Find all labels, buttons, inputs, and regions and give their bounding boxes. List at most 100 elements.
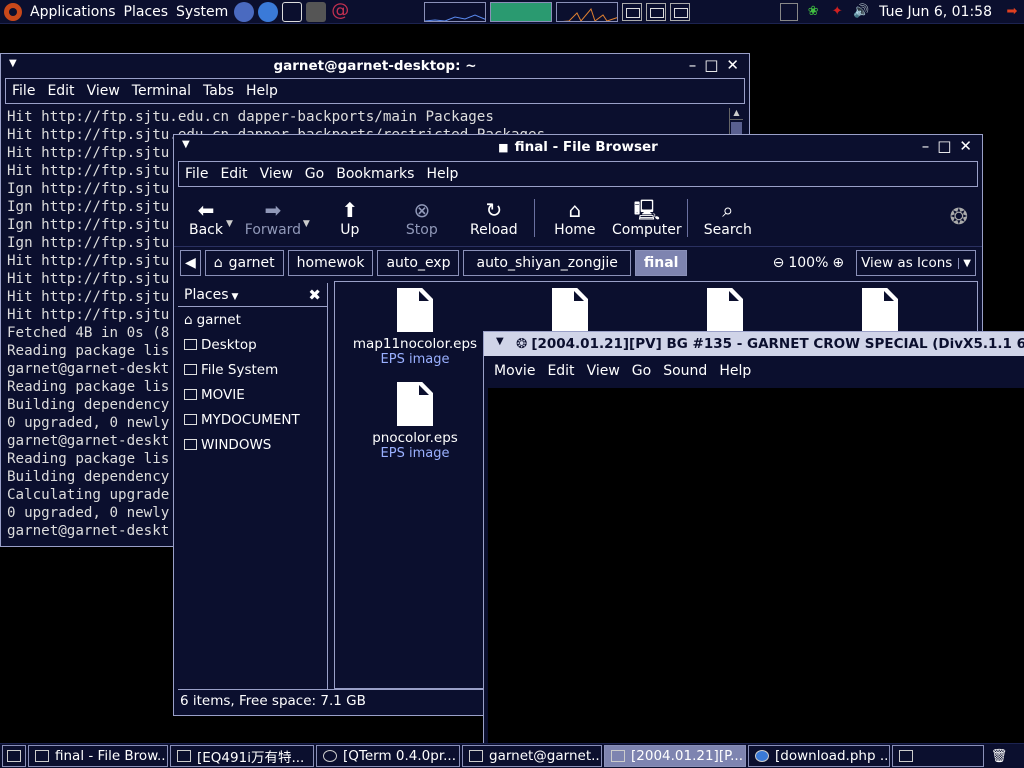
scroll-up-icon[interactable]: ▲ — [730, 108, 743, 120]
task-file-browser[interactable]: final - File Brow... — [28, 745, 168, 767]
zoom-out-icon[interactable]: ⊖ — [773, 255, 785, 271]
stop-button[interactable]: ⊗ Stop — [386, 190, 458, 246]
window-menu-icon[interactable]: ▼ — [9, 58, 17, 69]
zoom-in-icon[interactable]: ⊕ — [832, 255, 844, 271]
breadcrumb-left-arrow-icon[interactable]: ◀ — [180, 250, 201, 276]
window-menu-icon[interactable]: ▼ — [496, 336, 504, 347]
tray-flower-icon[interactable]: ❀ — [804, 3, 822, 21]
tray-input-method-icon[interactable]: ✦ — [828, 3, 846, 21]
file-item[interactable] — [655, 288, 795, 336]
video-area[interactable] — [488, 388, 1024, 748]
firefox-launcher-icon[interactable] — [234, 1, 255, 22]
place-mydocument[interactable]: MYDOCUMENT — [178, 407, 327, 432]
menu-edit[interactable]: Edit — [41, 83, 80, 99]
system-menu[interactable]: System — [172, 0, 232, 24]
task-movie-player[interactable]: [2004.01.21][P... — [604, 745, 746, 767]
mail-launcher-icon[interactable] — [282, 1, 303, 22]
menu-tabs[interactable]: Tabs — [197, 83, 240, 99]
memory-monitor-graph[interactable] — [490, 1, 553, 22]
window-menu-icon[interactable]: ▼ — [182, 139, 190, 150]
place-desktop[interactable]: Desktop — [178, 332, 327, 357]
menu-edit[interactable]: Edit — [214, 166, 253, 182]
close-sidebar-icon[interactable]: ✖ — [308, 286, 321, 304]
menu-sound[interactable]: Sound — [657, 363, 713, 379]
breadcrumb-homewok[interactable]: homewok — [287, 250, 374, 276]
stop-icon: ⊗ — [413, 197, 431, 222]
place-windows[interactable]: WINDOWS — [178, 432, 327, 457]
reload-button[interactable]: ↻ Reload — [458, 190, 530, 246]
place-movie[interactable]: MOVIE — [178, 382, 327, 407]
chevron-down-icon: ▼ — [958, 257, 971, 269]
volume-icon[interactable]: 🔊 — [852, 3, 870, 21]
back-history-dropdown-icon[interactable]: ▼ — [226, 219, 233, 229]
menu-file[interactable]: File — [6, 83, 41, 99]
terminal-titlebar[interactable]: ▼ garnet@garnet-desktop: ~ – □ ✕ — [1, 54, 749, 78]
up-button[interactable]: ⬆ Up — [314, 190, 386, 246]
search-button[interactable]: ⌕ Search — [692, 190, 764, 246]
breadcrumb-garnet[interactable]: ⌂ garnet — [204, 250, 284, 276]
menu-go[interactable]: Go — [299, 166, 330, 182]
zoom-level[interactable]: 100% — [788, 255, 828, 271]
file-item[interactable] — [810, 288, 950, 336]
maximize-icon[interactable]: □ — [937, 137, 951, 155]
task-qterm[interactable]: [QTerm 0.4.0pr... — [316, 745, 460, 767]
task-download-php[interactable]: [download.php ... — [748, 745, 890, 767]
file-browser-titlebar[interactable]: ▼ ■ final - File Browser – □ ✕ — [174, 135, 982, 159]
workspace-1[interactable] — [622, 2, 643, 21]
cpu-monitor-graph[interactable] — [424, 1, 487, 22]
home-button[interactable]: ⌂ Home — [539, 190, 611, 246]
menu-view[interactable]: View — [254, 166, 299, 182]
minimize-icon[interactable]: – — [922, 137, 930, 155]
desktop-icon — [184, 339, 197, 350]
workspace-3[interactable] — [670, 2, 691, 21]
workspace-switcher[interactable] — [892, 745, 984, 767]
movie-player-titlebar[interactable]: ▼ ❂ [2004.01.21][PV] BG #135 - GARNET CR… — [484, 332, 1024, 356]
breadcrumb-final[interactable]: final — [634, 250, 688, 276]
show-desktop-button[interactable] — [2, 745, 26, 767]
back-button[interactable]: ⬅ Back — [180, 190, 232, 246]
task-eq491i[interactable]: [EQ491i万有特... — [170, 745, 314, 767]
tray-handle-icon[interactable] — [780, 2, 799, 21]
places-menu[interactable]: Places — [120, 0, 173, 24]
terminal-launcher-icon[interactable] — [306, 1, 327, 22]
menu-terminal[interactable]: Terminal — [126, 83, 197, 99]
menu-help[interactable]: Help — [713, 363, 757, 379]
maximize-icon[interactable]: □ — [704, 56, 718, 74]
menu-view[interactable]: View — [581, 363, 626, 379]
file-item[interactable] — [500, 288, 640, 336]
menu-help[interactable]: Help — [240, 83, 284, 99]
task-terminal[interactable]: garnet@garnet... — [462, 745, 602, 767]
menu-view[interactable]: View — [81, 83, 126, 99]
menu-movie[interactable]: Movie — [488, 363, 541, 379]
view-mode-select[interactable]: View as Icons ▼ — [856, 250, 976, 276]
menu-go[interactable]: Go — [626, 363, 657, 379]
clock[interactable]: Tue Jun 6, 01:58 — [879, 4, 992, 20]
file-item[interactable]: map11nocolor.eps EPS image — [345, 288, 485, 367]
scrollbar-thumb[interactable] — [731, 122, 742, 134]
breadcrumb-auto-shiyan-zongjie[interactable]: auto_shiyan_zongjie — [463, 250, 631, 276]
applications-menu[interactable]: Applications — [26, 0, 120, 24]
ubuntu-logo-icon[interactable] — [4, 2, 22, 21]
menu-edit[interactable]: Edit — [541, 363, 580, 379]
file-item[interactable]: pnocolor.eps EPS image — [345, 382, 485, 461]
minimize-icon[interactable]: – — [689, 56, 697, 74]
place-garnet[interactable]: ⌂ garnet — [178, 307, 327, 332]
close-icon[interactable]: ✕ — [726, 56, 739, 74]
logout-icon[interactable]: ➡ — [1003, 3, 1021, 21]
web-browser-launcher-icon[interactable] — [258, 1, 279, 22]
trash-icon[interactable]: 🗑 — [990, 747, 1008, 765]
network-monitor-graph[interactable] — [556, 1, 619, 22]
close-icon[interactable]: ✕ — [959, 137, 972, 155]
breadcrumb-auto-exp[interactable]: auto_exp — [377, 250, 460, 276]
computer-button[interactable]: 🖳 Computer — [611, 190, 683, 246]
forward-button[interactable]: ➡ Forward — [237, 190, 309, 246]
workspace-2[interactable] — [646, 2, 667, 21]
places-dropdown[interactable]: Places ▼ — [184, 287, 238, 303]
menu-file[interactable]: File — [179, 166, 214, 182]
menu-help[interactable]: Help — [420, 166, 464, 182]
menu-bookmarks[interactable]: Bookmarks — [330, 166, 420, 182]
forward-history-dropdown-icon[interactable]: ▼ — [303, 219, 310, 229]
place-file-system[interactable]: File System — [178, 357, 327, 382]
debian-swirl-icon[interactable]: @ — [330, 1, 351, 22]
computer-label: Computer — [612, 221, 682, 238]
